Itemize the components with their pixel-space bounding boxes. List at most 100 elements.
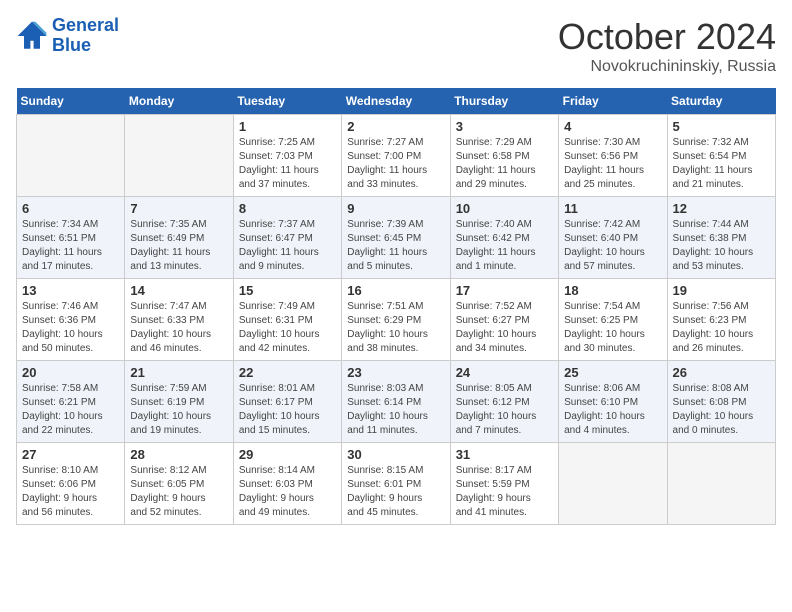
calendar-cell: 29 Sunrise: 8:14 AM Sunset: 6:03 PM Dayli… <box>233 443 341 525</box>
day-number: 21 <box>130 365 227 380</box>
calendar-cell: 5 Sunrise: 7:32 AM Sunset: 6:54 PM Daylig… <box>667 115 775 197</box>
day-number: 12 <box>673 201 770 216</box>
day-number: 2 <box>347 119 444 134</box>
calendar-cell: 11Sunrise: 7:42 AM Sunset: 6:40 PM Dayli… <box>559 197 667 279</box>
day-detail: Sunrise: 8:17 AM Sunset: 5:59 PM Dayligh… <box>456 464 553 520</box>
day-number: 23 <box>347 365 444 380</box>
day-detail: Sunrise: 7:35 AM Sunset: 6:49 PM Dayligh… <box>130 218 227 274</box>
calendar-cell: 12 Sunrise: 7:44 AM Sunset: 6:38 PM Dayli… <box>667 197 775 279</box>
location: Novokruchininskiy, Russia <box>558 58 776 76</box>
day-detail: Sunrise: 7:37 AM Sunset: 6:47 PM Dayligh… <box>239 218 336 274</box>
page-header: General Blue October 2024 Novokruchinins… <box>16 16 776 76</box>
day-detail: Sunrise: 8:08 AM Sunset: 6:08 PM Dayligh… <box>673 382 770 438</box>
day-detail: Sunrise: 8:14 AM Sunset: 6:03 PM Dayligh… <box>239 464 336 520</box>
weekday-header: Monday <box>125 88 233 115</box>
logo: General Blue <box>16 16 119 56</box>
calendar-cell: 8 Sunrise: 7:37 AM Sunset: 6:47 PM Daylig… <box>233 197 341 279</box>
day-detail: Sunrise: 7:27 AM Sunset: 7:00 PM Dayligh… <box>347 136 444 192</box>
day-number: 7 <box>130 201 227 216</box>
calendar-cell: 7 Sunrise: 7:35 AM Sunset: 6:49 PM Daylig… <box>125 197 233 279</box>
calendar-cell: 28Sunrise: 8:12 AM Sunset: 6:05 PM Dayli… <box>125 443 233 525</box>
day-detail: Sunrise: 7:34 AM Sunset: 6:51 PM Dayligh… <box>22 218 119 274</box>
day-detail: Sunrise: 7:29 AM Sunset: 6:58 PM Dayligh… <box>456 136 553 192</box>
day-detail: Sunrise: 7:47 AM Sunset: 6:33 PM Dayligh… <box>130 300 227 356</box>
calendar-cell: 16 Sunrise: 7:51 AM Sunset: 6:29 PM Dayli… <box>342 279 450 361</box>
calendar-cell: 3 Sunrise: 7:29 AM Sunset: 6:58 PM Daylig… <box>450 115 558 197</box>
day-number: 6 <box>22 201 119 216</box>
day-number: 10 <box>456 201 553 216</box>
calendar-cell: 31 Sunrise: 8:17 AM Sunset: 5:59 PM Dayli… <box>450 443 558 525</box>
day-number: 26 <box>673 365 770 380</box>
calendar-cell: 25 Sunrise: 8:06 AM Sunset: 6:10 PM Dayli… <box>559 361 667 443</box>
calendar-cell: 1 Sunrise: 7:25 AM Sunset: 7:03 PM Daylig… <box>233 115 341 197</box>
day-detail: Sunrise: 7:56 AM Sunset: 6:23 PM Dayligh… <box>673 300 770 356</box>
weekday-header-row: SundayMondayTuesdayWednesdayThursdayFrid… <box>17 88 776 115</box>
day-number: 27 <box>22 447 119 462</box>
calendar-cell: 14 Sunrise: 7:47 AM Sunset: 6:33 PM Dayli… <box>125 279 233 361</box>
day-number: 22 <box>239 365 336 380</box>
day-number: 17 <box>456 283 553 298</box>
day-number: 31 <box>456 447 553 462</box>
calendar-week-row: 20Sunrise: 7:58 AM Sunset: 6:21 PM Dayli… <box>17 361 776 443</box>
day-detail: Sunrise: 7:51 AM Sunset: 6:29 PM Dayligh… <box>347 300 444 356</box>
calendar-cell: 19 Sunrise: 7:56 AM Sunset: 6:23 PM Dayli… <box>667 279 775 361</box>
day-number: 28 <box>130 447 227 462</box>
day-detail: Sunrise: 7:52 AM Sunset: 6:27 PM Dayligh… <box>456 300 553 356</box>
calendar-week-row: 6 Sunrise: 7:34 AM Sunset: 6:51 PM Daylig… <box>17 197 776 279</box>
logo-icon <box>16 20 48 52</box>
day-number: 4 <box>564 119 661 134</box>
day-detail: Sunrise: 7:54 AM Sunset: 6:25 PM Dayligh… <box>564 300 661 356</box>
calendar-cell: 20Sunrise: 7:58 AM Sunset: 6:21 PM Dayli… <box>17 361 125 443</box>
day-number: 1 <box>239 119 336 134</box>
day-number: 25 <box>564 365 661 380</box>
day-detail: Sunrise: 7:44 AM Sunset: 6:38 PM Dayligh… <box>673 218 770 274</box>
day-number: 18 <box>564 283 661 298</box>
calendar-cell: 30 Sunrise: 8:15 AM Sunset: 6:01 PM Dayli… <box>342 443 450 525</box>
day-detail: Sunrise: 7:30 AM Sunset: 6:56 PM Dayligh… <box>564 136 661 192</box>
day-detail: Sunrise: 8:15 AM Sunset: 6:01 PM Dayligh… <box>347 464 444 520</box>
calendar-cell: 10Sunrise: 7:40 AM Sunset: 6:42 PM Dayli… <box>450 197 558 279</box>
day-detail: Sunrise: 7:59 AM Sunset: 6:19 PM Dayligh… <box>130 382 227 438</box>
day-detail: Sunrise: 8:01 AM Sunset: 6:17 PM Dayligh… <box>239 382 336 438</box>
day-number: 15 <box>239 283 336 298</box>
weekday-header: Saturday <box>667 88 775 115</box>
logo-text-general: General <box>52 16 119 36</box>
month-title: October 2024 <box>558 16 776 58</box>
calendar-cell: 9Sunrise: 7:39 AM Sunset: 6:45 PM Daylig… <box>342 197 450 279</box>
logo-text-blue: Blue <box>52 36 119 56</box>
calendar-week-row: 1 Sunrise: 7:25 AM Sunset: 7:03 PM Daylig… <box>17 115 776 197</box>
day-number: 19 <box>673 283 770 298</box>
calendar-cell: 6 Sunrise: 7:34 AM Sunset: 6:51 PM Daylig… <box>17 197 125 279</box>
day-detail: Sunrise: 8:06 AM Sunset: 6:10 PM Dayligh… <box>564 382 661 438</box>
calendar-cell <box>667 443 775 525</box>
weekday-header: Sunday <box>17 88 125 115</box>
day-detail: Sunrise: 7:49 AM Sunset: 6:31 PM Dayligh… <box>239 300 336 356</box>
calendar-cell: 18 Sunrise: 7:54 AM Sunset: 6:25 PM Dayli… <box>559 279 667 361</box>
calendar-cell: 23Sunrise: 8:03 AM Sunset: 6:14 PM Dayli… <box>342 361 450 443</box>
weekday-header: Wednesday <box>342 88 450 115</box>
calendar-cell: 2 Sunrise: 7:27 AM Sunset: 7:00 PM Daylig… <box>342 115 450 197</box>
calendar-cell: 22 Sunrise: 8:01 AM Sunset: 6:17 PM Dayli… <box>233 361 341 443</box>
calendar-cell: 21 Sunrise: 7:59 AM Sunset: 6:19 PM Dayli… <box>125 361 233 443</box>
calendar-cell: 17 Sunrise: 7:52 AM Sunset: 6:27 PM Dayli… <box>450 279 558 361</box>
title-block: October 2024 Novokruchininskiy, Russia <box>558 16 776 76</box>
day-number: 3 <box>456 119 553 134</box>
day-detail: Sunrise: 7:42 AM Sunset: 6:40 PM Dayligh… <box>564 218 661 274</box>
calendar-cell: 24 Sunrise: 8:05 AM Sunset: 6:12 PM Dayli… <box>450 361 558 443</box>
day-detail: Sunrise: 7:58 AM Sunset: 6:21 PM Dayligh… <box>22 382 119 438</box>
calendar-cell <box>17 115 125 197</box>
day-number: 14 <box>130 283 227 298</box>
day-number: 5 <box>673 119 770 134</box>
calendar-week-row: 27Sunrise: 8:10 AM Sunset: 6:06 PM Dayli… <box>17 443 776 525</box>
calendar-cell: 15 Sunrise: 7:49 AM Sunset: 6:31 PM Dayli… <box>233 279 341 361</box>
day-detail: Sunrise: 7:25 AM Sunset: 7:03 PM Dayligh… <box>239 136 336 192</box>
day-number: 8 <box>239 201 336 216</box>
day-number: 29 <box>239 447 336 462</box>
day-number: 16 <box>347 283 444 298</box>
calendar-cell <box>559 443 667 525</box>
day-number: 30 <box>347 447 444 462</box>
day-detail: Sunrise: 8:05 AM Sunset: 6:12 PM Dayligh… <box>456 382 553 438</box>
day-detail: Sunrise: 7:46 AM Sunset: 6:36 PM Dayligh… <box>22 300 119 356</box>
day-number: 24 <box>456 365 553 380</box>
day-detail: Sunrise: 7:32 AM Sunset: 6:54 PM Dayligh… <box>673 136 770 192</box>
